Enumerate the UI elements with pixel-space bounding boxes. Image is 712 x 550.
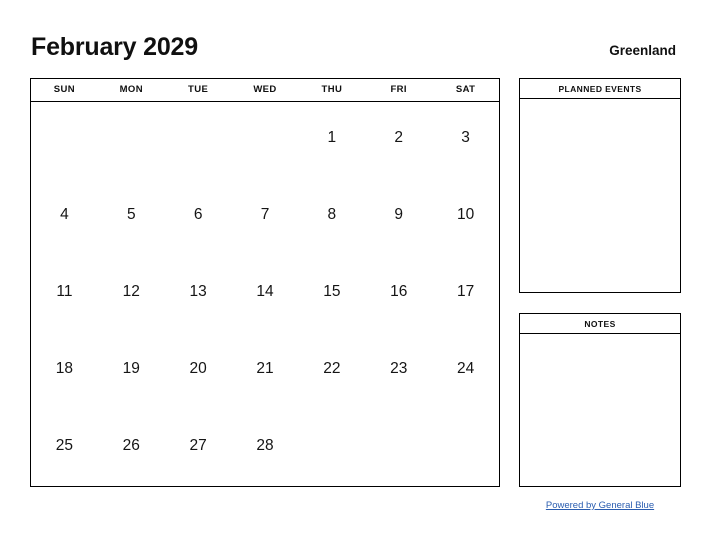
weekday-header-wed: WED <box>253 84 277 95</box>
weekday-header-sat: SAT <box>455 84 476 95</box>
day-cell[interactable]: 22 <box>298 332 365 409</box>
day-cell[interactable] <box>98 102 165 179</box>
day-number: 9 <box>394 206 404 224</box>
week-row: 11 12 13 14 15 16 17 <box>31 256 499 333</box>
notes-body[interactable] <box>520 334 680 486</box>
powered-by-link[interactable]: Powered by General Blue <box>546 500 654 511</box>
day-cell[interactable]: 6 <box>165 179 232 256</box>
week-row: 25 26 27 28 <box>31 409 499 486</box>
day-number: 13 <box>189 283 207 301</box>
day-number: 23 <box>390 359 408 377</box>
day-cell[interactable]: 24 <box>432 332 499 409</box>
day-number: 19 <box>122 359 140 377</box>
day-cell[interactable]: 8 <box>298 179 365 256</box>
day-number: 26 <box>122 436 140 454</box>
day-number: 21 <box>256 359 274 377</box>
weekday-header-thu: THU <box>321 84 343 95</box>
page-title: February 2029 <box>31 33 198 61</box>
day-cell[interactable]: 26 <box>98 409 165 486</box>
notes-panel: NOTES <box>519 313 681 487</box>
day-cell[interactable]: 27 <box>165 409 232 486</box>
day-cell[interactable]: 23 <box>365 332 432 409</box>
day-number: 15 <box>323 283 341 301</box>
day-number: 10 <box>456 206 475 224</box>
weekday-header-sun: SUN <box>53 84 76 95</box>
day-cell[interactable]: 16 <box>365 256 432 333</box>
day-number: 11 <box>56 283 73 301</box>
day-number: 14 <box>256 283 274 301</box>
day-number: 18 <box>55 359 74 377</box>
day-cell[interactable]: 20 <box>165 332 232 409</box>
day-cell[interactable]: 14 <box>232 256 299 333</box>
day-number: 20 <box>189 359 207 377</box>
day-cell[interactable]: 12 <box>98 256 165 333</box>
day-number: 3 <box>461 129 470 147</box>
notes-title: NOTES <box>520 314 680 334</box>
day-cell[interactable] <box>31 102 98 179</box>
weekday-header-tue: TUE <box>188 84 209 95</box>
day-number: 27 <box>189 436 207 454</box>
day-cell[interactable] <box>432 409 499 486</box>
day-cell[interactable]: 9 <box>365 179 432 256</box>
day-cell[interactable]: 4 <box>31 179 98 256</box>
day-cell[interactable]: 11 <box>31 256 98 333</box>
footer: Powered by General Blue <box>519 495 681 513</box>
weekday-header-mon: MON <box>119 84 143 95</box>
day-cell[interactable] <box>298 409 365 486</box>
day-number: 22 <box>323 359 341 377</box>
weekday-header-fri: FRI <box>390 84 407 95</box>
week-row: 1 2 3 <box>31 102 499 179</box>
calendar-weeks: 1 2 3 4 5 6 7 8 9 10 11 12 13 14 15 16 1… <box>31 102 499 486</box>
day-number: 16 <box>390 283 408 301</box>
location-label: Greenland <box>609 43 676 58</box>
day-number: 1 <box>327 129 337 147</box>
day-cell[interactable] <box>165 102 232 179</box>
day-cell[interactable]: 21 <box>232 332 299 409</box>
week-row: 18 19 20 21 22 23 24 <box>31 332 499 409</box>
day-number: 12 <box>122 283 140 301</box>
day-number: 7 <box>260 206 270 224</box>
weekday-header-row: SUN MON TUE WED THU FRI SAT <box>31 79 499 102</box>
day-cell[interactable]: 17 <box>432 256 499 333</box>
day-cell[interactable]: 15 <box>298 256 365 333</box>
calendar-grid: SUN MON TUE WED THU FRI SAT 1 2 3 4 5 6 <box>30 78 500 487</box>
planned-events-body[interactable] <box>520 99 680 292</box>
planned-events-panel: PLANNED EVENTS <box>519 78 681 293</box>
day-number: 6 <box>193 206 203 224</box>
day-cell[interactable]: 3 <box>432 102 499 179</box>
day-number: 4 <box>60 206 69 224</box>
day-number: 25 <box>55 436 74 454</box>
day-number: 5 <box>126 206 136 224</box>
page-header: February 2029 Greenland <box>31 33 676 65</box>
day-cell[interactable]: 25 <box>31 409 98 486</box>
week-row: 4 5 6 7 8 9 10 <box>31 179 499 256</box>
day-number: 28 <box>256 436 274 454</box>
day-number: 2 <box>394 129 404 147</box>
day-cell[interactable] <box>232 102 299 179</box>
day-cell[interactable]: 10 <box>432 179 499 256</box>
day-cell[interactable] <box>365 409 432 486</box>
calendar-page: February 2029 Greenland SUN MON TUE WED … <box>0 0 712 550</box>
day-number: 24 <box>456 359 475 377</box>
day-number: 8 <box>327 206 337 224</box>
day-cell[interactable]: 28 <box>232 409 299 486</box>
planned-events-title: PLANNED EVENTS <box>520 79 680 99</box>
day-cell[interactable]: 13 <box>165 256 232 333</box>
day-cell[interactable]: 19 <box>98 332 165 409</box>
day-cell[interactable]: 5 <box>98 179 165 256</box>
day-cell[interactable]: 7 <box>232 179 299 256</box>
day-number: 17 <box>456 283 475 301</box>
day-cell[interactable]: 2 <box>365 102 432 179</box>
day-cell[interactable]: 1 <box>298 102 365 179</box>
day-cell[interactable]: 18 <box>31 332 98 409</box>
